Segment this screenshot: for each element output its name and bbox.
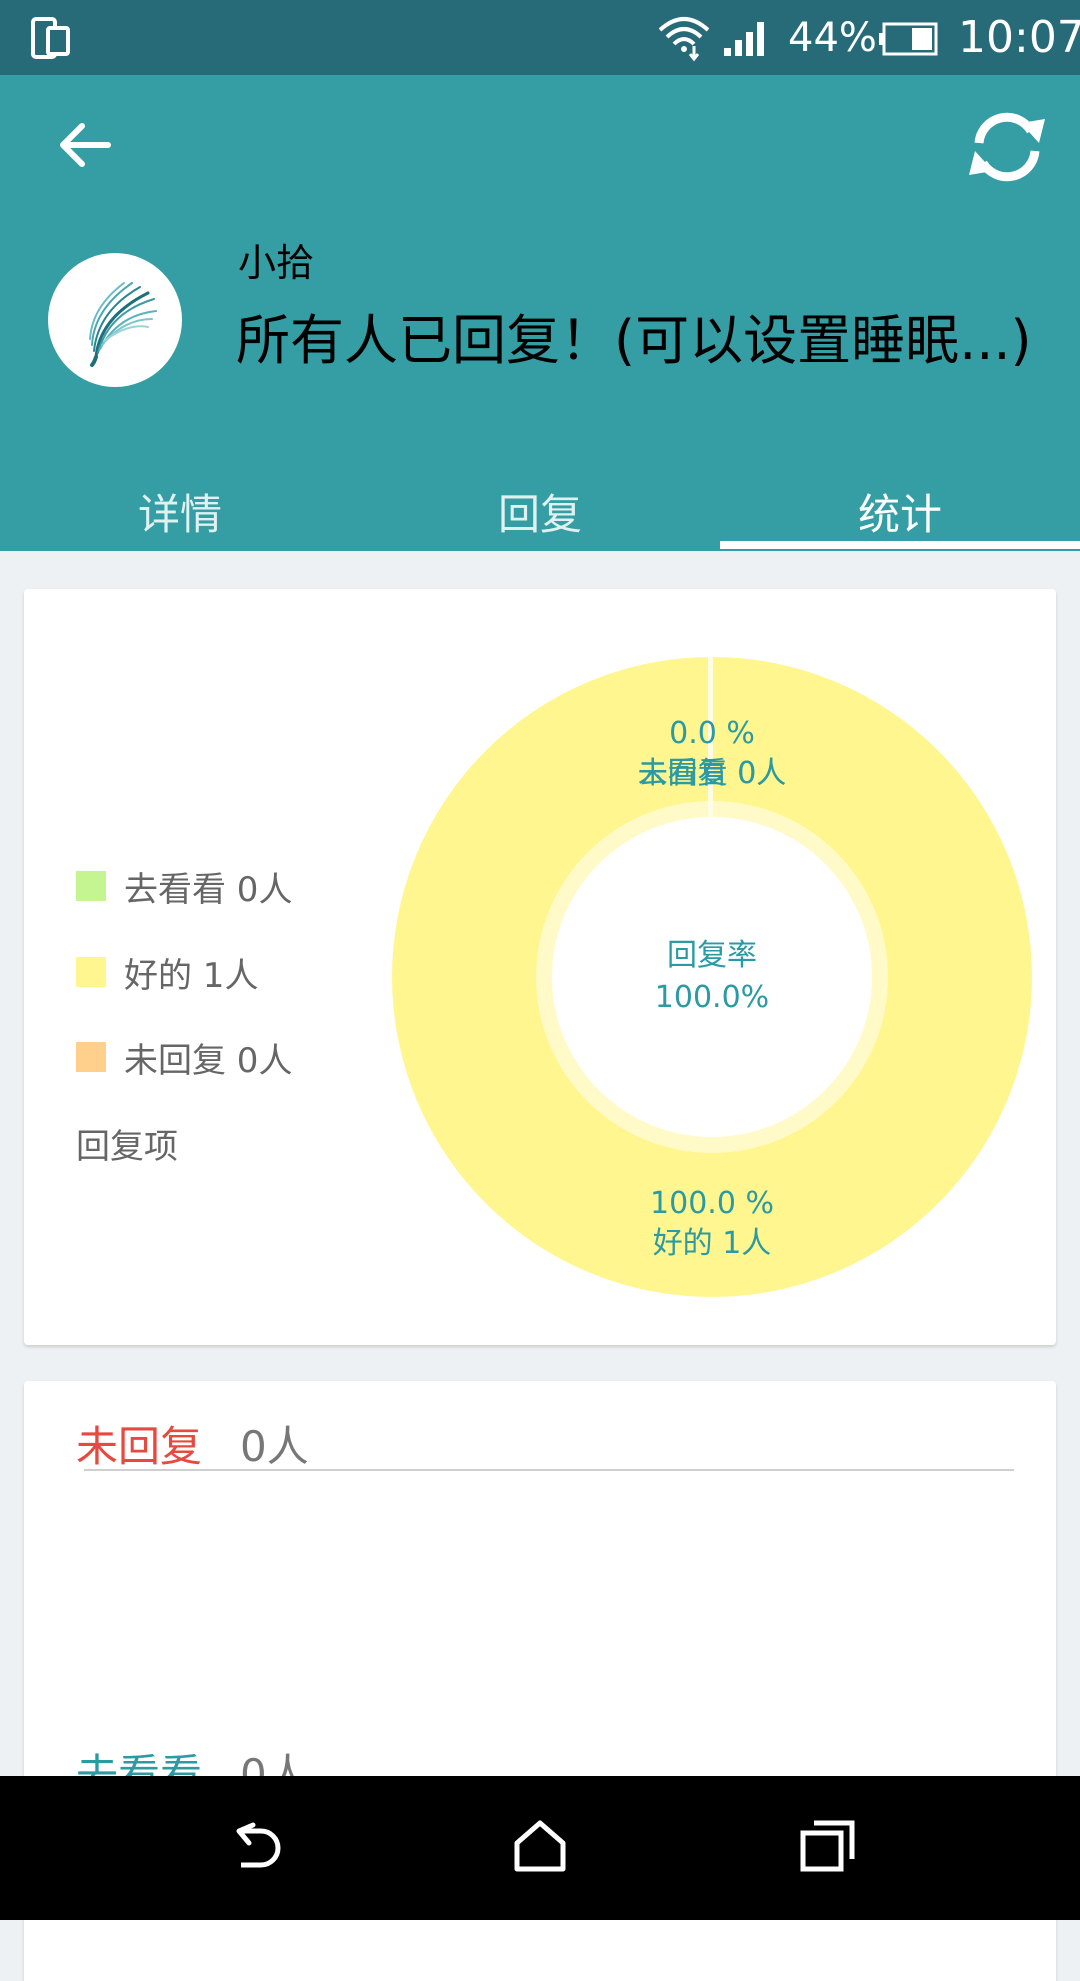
nav-back-button[interactable] (203, 1798, 303, 1898)
legend-item-ok: 好的 1人 (76, 952, 258, 996)
signal-icon (722, 18, 774, 62)
legend-swatch (76, 871, 106, 901)
nav-home-button[interactable] (490, 1798, 590, 1898)
legend-swatch (76, 957, 106, 987)
status-bar: 44% 10:07 (0, 0, 1080, 75)
nav-home-icon (512, 1819, 568, 1877)
tab-replies[interactable]: 回复 (360, 470, 720, 552)
unreplied-count: 0人 (240, 1422, 309, 1471)
slice-name-label: 未回复 0人 (638, 756, 787, 791)
nav-back-icon (223, 1821, 283, 1875)
legend-item-go-see: 去看看 0人 (76, 866, 292, 910)
tab-statistics[interactable]: 统计 (720, 470, 1080, 552)
nav-recents-button[interactable] (778, 1798, 878, 1898)
clock: 10:07 (958, 12, 1080, 63)
sender-name: 小拾 (238, 241, 315, 285)
unreplied-header[interactable]: 未回复 0人 (76, 1419, 309, 1475)
tab-indicator (720, 541, 1080, 549)
phone-mode-icon (30, 16, 72, 64)
legend-label: 未回复 0人 (124, 1040, 293, 1081)
legend-label: 去看看 0人 (124, 869, 293, 910)
legend-title: 回复项 (76, 1127, 178, 1167)
system-nav-bar (0, 1776, 1080, 1920)
sync-icon (963, 109, 1051, 189)
back-button[interactable] (50, 112, 120, 182)
chart-card: 去看看 0人 好的 1人 未回复 0人 回复项 0.0 % 去看看 0人 未回复… (24, 589, 1056, 1345)
legend-item-unreplied: 未回复 0人 (76, 1037, 292, 1081)
slice-name-label: 好的 1人 (653, 1226, 772, 1261)
refresh-button[interactable] (962, 104, 1052, 194)
battery-icon (878, 22, 938, 60)
slice-percent-label: 0.0 % (669, 716, 755, 751)
divider (84, 1469, 1014, 1471)
legend-label: 好的 1人 (124, 955, 259, 996)
reply-rate-donut-chart[interactable]: 0.0 % 去看看 0人 未回复 0人 回复率 100.0% 100.0 % 好… (392, 657, 1032, 1297)
feather-logo-icon (89, 282, 157, 367)
tab-details[interactable]: 详情 (0, 470, 360, 552)
arrow-left-icon (58, 120, 112, 174)
legend-swatch (76, 1042, 106, 1072)
wifi-icon (656, 12, 712, 66)
message-title: 所有人已回复！(可以设置睡眠...) (236, 309, 1032, 372)
unreplied-label: 未回复 (76, 1422, 203, 1471)
center-label: 回复率 (667, 938, 757, 973)
slice-percent-label: 100.0 % (650, 1186, 774, 1221)
avatar (48, 253, 182, 387)
donut-hole (552, 817, 872, 1137)
nav-recents-icon (800, 1819, 856, 1877)
battery-percent: 44% (788, 15, 877, 61)
center-value: 100.0% (655, 980, 769, 1015)
